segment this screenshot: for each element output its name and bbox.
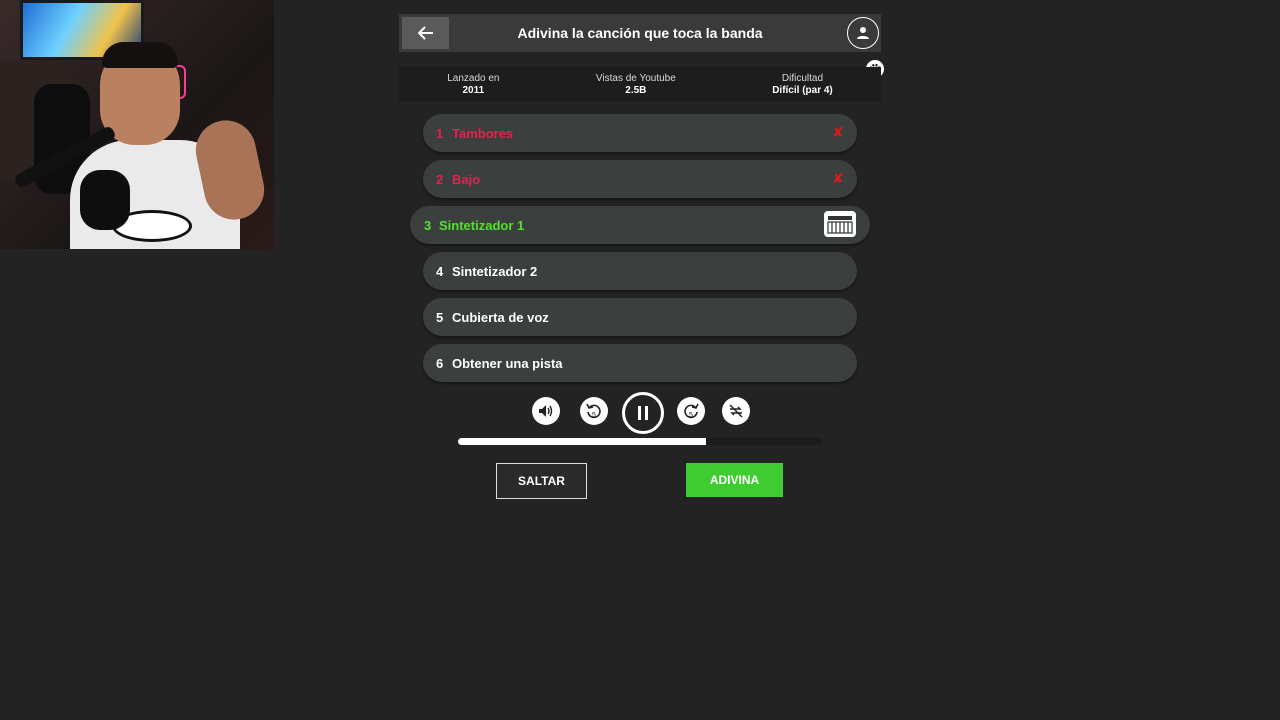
track-number: 5 <box>436 309 444 325</box>
track-item-hint[interactable]: 6 Obtener una pista <box>423 344 857 382</box>
playback-progress-bar[interactable] <box>458 438 822 445</box>
info-label: Vistas de Youtube <box>595 72 676 84</box>
skip-button[interactable]: SALTAR <box>496 463 587 499</box>
track-label: Cubierta de voz <box>452 309 549 325</box>
info-label: Dificultad <box>781 72 824 84</box>
track-number: 4 <box>436 263 444 279</box>
track-item-vocals[interactable]: 5 Cubierta de voz <box>423 298 857 336</box>
track-item-synth-2[interactable]: 4 Sintetizador 2 <box>423 252 857 290</box>
webcam-microphone <box>80 170 130 230</box>
track-item-bass[interactable]: 2 Bajo ✘ <box>423 160 857 198</box>
pause-icon <box>638 406 648 420</box>
info-value: 2.5B <box>625 84 647 96</box>
info-difficulty: Dificultad Difícil (par 4) <box>772 73 833 96</box>
keyboard-icon <box>824 211 856 237</box>
rewind-5-button[interactable]: 5 <box>580 397 608 425</box>
info-label: Lanzado en <box>447 72 500 84</box>
track-label: Sintetizador 2 <box>452 263 538 279</box>
pause-button[interactable] <box>622 392 664 434</box>
profile-button[interactable] <box>847 17 879 49</box>
player-controls: 5 5 <box>0 392 1280 434</box>
track-item-drums[interactable]: 1 Tambores ✘ <box>423 114 857 152</box>
track-number: 3 <box>424 217 432 233</box>
rewind-5-icon: 5 <box>586 403 601 419</box>
game-header: Adivina la canción que toca la banda <box>399 14 881 52</box>
track-number: 6 <box>436 355 444 371</box>
volume-icon <box>539 405 553 417</box>
svg-text:5: 5 <box>689 412 693 419</box>
failed-x-icon: ✘ <box>832 170 844 186</box>
repeat-toggle-button[interactable] <box>722 397 750 425</box>
progress-fill <box>458 438 706 445</box>
failed-x-icon: ✘ <box>832 124 844 140</box>
track-label: Tambores <box>452 125 514 141</box>
webcam-person-hair <box>102 42 178 68</box>
webcam-overlay <box>0 0 274 249</box>
forward-5-icon: 5 <box>684 403 699 419</box>
song-info-bar: Lanzado en 2011 Vistas de Youtube 2.5B D… <box>399 67 881 101</box>
info-youtube-views: Vistas de Youtube 2.5B <box>596 73 676 96</box>
page-title: Adivina la canción que toca la banda <box>517 25 763 41</box>
track-label: Bajo <box>452 171 481 187</box>
info-release-year: Lanzado en 2011 <box>447 73 499 96</box>
user-icon <box>857 27 869 39</box>
track-item-synth-1[interactable]: 3 Sintetizador 1 <box>410 206 870 244</box>
info-value: 2011 <box>462 84 485 96</box>
forward-5-button[interactable]: 5 <box>677 397 705 425</box>
track-label: Obtener una pista <box>452 355 563 371</box>
svg-text:5: 5 <box>592 412 596 419</box>
track-label: Sintetizador 1 <box>439 217 525 233</box>
arrow-left-icon <box>417 26 433 40</box>
back-button[interactable] <box>402 17 449 49</box>
repeat-off-icon <box>729 404 743 418</box>
track-number: 2 <box>436 171 444 187</box>
info-value: Difícil (par 4) <box>772 84 833 96</box>
track-number: 1 <box>436 125 444 141</box>
volume-button[interactable] <box>532 397 560 425</box>
guess-button[interactable]: ADIVINA <box>686 463 783 497</box>
